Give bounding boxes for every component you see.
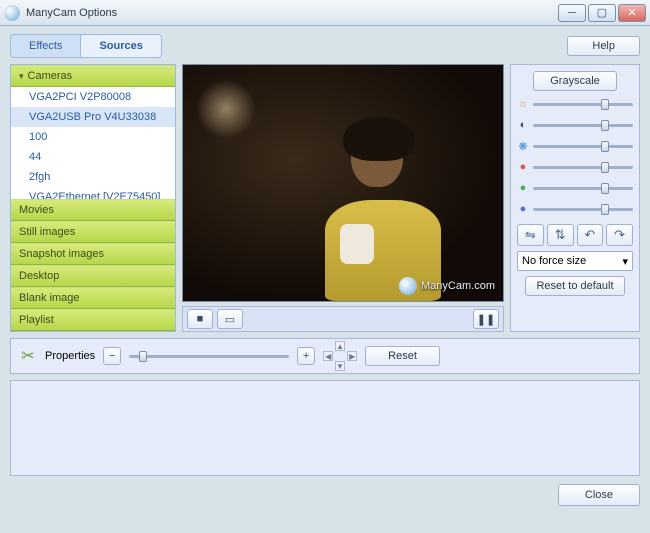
titlebar: ManyCam Options ─ ▢ ✕ xyxy=(0,0,650,26)
close-window-button[interactable]: ✕ xyxy=(618,4,646,22)
section-cameras[interactable]: ▾ Cameras xyxy=(11,65,175,87)
force-size-dropdown[interactable]: No force size ▾ xyxy=(517,251,633,271)
section-still-images[interactable]: Still images xyxy=(11,221,175,243)
pan-right-button[interactable]: ▶ xyxy=(347,351,357,361)
camera-item[interactable]: 44 xyxy=(11,147,175,167)
lower-panel xyxy=(10,380,640,476)
app-icon xyxy=(4,5,20,21)
force-size-value: No force size xyxy=(522,255,586,267)
contrast-icon: ◐ xyxy=(517,119,529,131)
watermark-text: ManyCam.com xyxy=(421,280,495,292)
section-cameras-label: Cameras xyxy=(28,70,73,82)
stop-button[interactable]: ■ xyxy=(187,309,213,329)
close-button[interactable]: Close xyxy=(558,484,640,506)
video-controls: ■ ▭ ❚❚ xyxy=(182,306,504,332)
help-button[interactable]: Help xyxy=(567,36,640,56)
camera-list: VGA2PCI V2P80008 VGA2USB Pro V4U33038 10… xyxy=(11,87,175,199)
zoom-slider[interactable] xyxy=(129,355,289,358)
source-sidebar: ▾ Cameras VGA2PCI V2P80008 VGA2USB Pro V… xyxy=(10,64,176,332)
fullscreen-button[interactable]: ▭ xyxy=(217,309,243,329)
brightness-icon: ☼ xyxy=(517,98,529,110)
blue-icon: ● xyxy=(517,203,529,215)
saturation-icon: ❋ xyxy=(517,140,529,152)
tools-icon: ✂ xyxy=(19,347,37,365)
pan-left-button[interactable]: ◀ xyxy=(323,351,333,361)
camera-item[interactable]: VGA2PCI V2P80008 xyxy=(11,87,175,107)
section-blank-image[interactable]: Blank image xyxy=(11,287,175,309)
watermark: ManyCam.com xyxy=(399,277,495,295)
section-movies[interactable]: Movies xyxy=(11,199,175,221)
properties-label: Properties xyxy=(45,350,95,362)
camera-item[interactable]: VGA2USB Pro V4U33038 xyxy=(11,107,175,127)
reset-to-default-button[interactable]: Reset to default xyxy=(525,276,624,296)
properties-bar: ✂ Properties − + ▲ ▼ ◀ ▶ Reset xyxy=(10,338,640,374)
green-icon: ● xyxy=(517,182,529,194)
undo-button[interactable]: ↶ xyxy=(577,224,604,246)
tab-sources[interactable]: Sources xyxy=(81,35,160,57)
minimize-button[interactable]: ─ xyxy=(558,4,586,22)
section-snapshot-images[interactable]: Snapshot images xyxy=(11,243,175,265)
camera-item[interactable]: VGA2Ethernet [V2E75450] xyxy=(11,187,175,199)
red-icon: ● xyxy=(517,161,529,173)
saturation-slider[interactable] xyxy=(533,145,633,148)
redo-button[interactable]: ↷ xyxy=(606,224,633,246)
chevron-down-icon: ▾ xyxy=(622,255,628,268)
pan-up-button[interactable]: ▲ xyxy=(335,341,345,351)
camera-item[interactable]: 2fgh xyxy=(11,167,175,187)
brightness-slider[interactable] xyxy=(533,103,633,106)
camera-item[interactable]: 100 xyxy=(11,127,175,147)
chevron-down-icon: ▾ xyxy=(19,71,24,82)
pan-dpad: ▲ ▼ ◀ ▶ xyxy=(323,341,357,371)
properties-reset-button[interactable]: Reset xyxy=(365,346,440,366)
main-tabs: Effects Sources xyxy=(10,34,162,58)
flip-horizontal-button[interactable]: ⇋ xyxy=(517,224,544,246)
adjustments-panel: Grayscale ☼ ◐ ❋ ● ● ● ⇋ ⇅ ↶ ↷ No force s… xyxy=(510,64,640,332)
green-slider[interactable] xyxy=(533,187,633,190)
blue-slider[interactable] xyxy=(533,208,633,211)
zoom-in-button[interactable]: + xyxy=(297,347,315,365)
window-title: ManyCam Options xyxy=(26,7,558,19)
tab-effects[interactable]: Effects xyxy=(11,35,81,57)
contrast-slider[interactable] xyxy=(533,124,633,127)
section-playlist[interactable]: Playlist xyxy=(11,309,175,331)
video-preview: ManyCam.com xyxy=(182,64,504,302)
watermark-icon xyxy=(399,277,417,295)
section-desktop[interactable]: Desktop xyxy=(11,265,175,287)
pan-down-button[interactable]: ▼ xyxy=(335,361,345,371)
maximize-button[interactable]: ▢ xyxy=(588,4,616,22)
zoom-out-button[interactable]: − xyxy=(103,347,121,365)
red-slider[interactable] xyxy=(533,166,633,169)
flip-vertical-button[interactable]: ⇅ xyxy=(547,224,574,246)
grayscale-button[interactable]: Grayscale xyxy=(533,71,617,91)
pause-button[interactable]: ❚❚ xyxy=(473,309,499,329)
